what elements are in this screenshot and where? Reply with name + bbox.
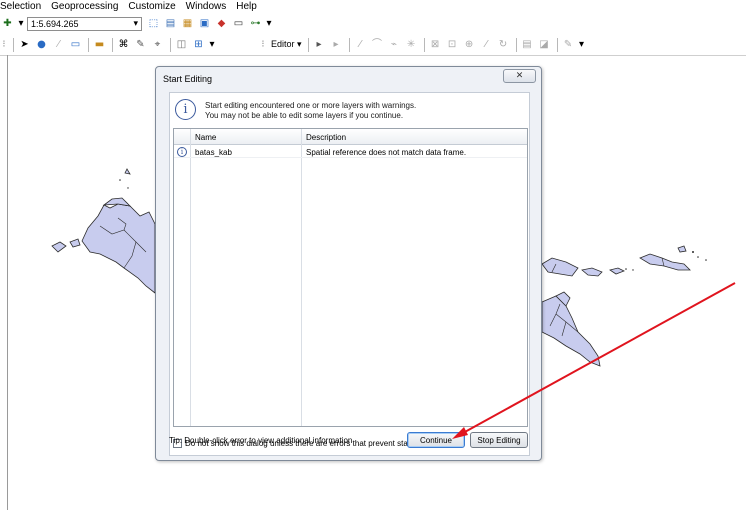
menu-geoprocessing[interactable]: Geoprocessing [51,1,118,12]
toolbar-separator [348,37,350,52]
cut-polygons-icon[interactable]: ⊕ [462,37,477,52]
reshape-feature-icon[interactable]: ⊡ [445,37,460,52]
find-route-icon[interactable]: ✎ [133,37,148,52]
warning-message-line2: You may not be able to edit some layers … [205,111,404,120]
toolbar-options-icon[interactable]: ▾ [265,16,273,31]
info-icon: i [177,147,187,157]
select-elements-icon[interactable]: ➤ [17,37,32,52]
catalog-icon[interactable]: ▦ [180,16,195,31]
column-divider [301,129,302,426]
continue-button[interactable]: Continue [407,432,465,448]
toolbar-grip-icon: ⁝ [261,38,265,50]
close-icon: ✕ [515,71,524,81]
map-polygon [69,238,81,248]
search-window-icon[interactable]: ▣ [197,16,212,31]
start-editing-dialog: Start Editing ✕ i Start editing encounte… [155,66,542,461]
map-polygon [81,203,156,294]
dropdown-arrow-icon[interactable]: ▾ [17,16,25,31]
toolbar-separator [13,37,14,52]
menu-customize[interactable]: Customize [128,1,175,12]
table-row[interactable]: i batas_kab Spatial reference does not m… [174,146,527,158]
end-point-arc-icon[interactable]: ⌒ [370,37,385,52]
attributes-icon[interactable]: ▤ [520,37,535,52]
find-icon[interactable]: ⌘ [116,37,131,52]
map-scale-value: 1:5.694.265 [31,18,79,29]
map-polygon [677,245,687,253]
stop-editing-button[interactable]: Stop Editing [470,432,528,448]
standard-toolbar: ✚ ▾ 1:5.694.265 ▾ ⬚ ▤ ▦ ▣ ◆ ▭ ⊶ ▾ [0,14,746,33]
straight-segment-icon[interactable]: ⁄ [353,37,368,52]
column-header-description[interactable]: Description [302,129,527,145]
toolbar-options-icon[interactable]: ▾ [578,37,586,52]
map-polygon [51,241,67,253]
map-polygon [541,257,579,277]
menu-windows[interactable]: Windows [186,1,227,12]
time-slider-icon[interactable]: ◫ [174,37,189,52]
toolbar-separator [307,37,309,52]
menu-bar: Selection Geoprocessing Customize Window… [0,0,746,13]
row-name: batas_kab [195,147,232,157]
tools-toolbar: ⁝ ➤ ● ⁄ ▭ ▬ ⌘ ✎ ⌖ ◫ ⊞ ▾ ⁝ Editor ▾ ▸ ▸ ⁄… [0,35,746,54]
warnings-table[interactable]: Name Description i batas_kab Spatial ref… [173,128,528,427]
map-polygon [541,295,601,367]
table-of-contents-icon[interactable]: ▤ [163,16,178,31]
dialog-content-panel: i Start editing encountered one or more … [169,92,530,456]
toc-panel-edge [7,55,8,510]
create-viewer-icon[interactable]: ⊞ [191,37,206,52]
split-tool-icon[interactable]: ⁄ [479,37,494,52]
map-polygon [124,168,131,175]
edit-annotation-icon[interactable]: ▸ [329,37,344,52]
rotate-tool-icon[interactable]: ↻ [496,37,511,52]
map-polygon [581,267,603,277]
hyperlink-icon[interactable]: ⁄ [51,37,66,52]
edit-vertices-icon[interactable]: ⊠ [428,37,443,52]
warning-message-line1: Start editing encountered one or more la… [205,101,417,110]
trace-icon[interactable]: ⌁ [387,37,402,52]
toolbar-separator [423,37,425,52]
toolbar-options-icon[interactable]: ▾ [208,37,216,52]
editor-toolbar-icon[interactable]: ⬚ [146,16,161,31]
point-icon[interactable]: ✳ [404,37,419,52]
row-description: Spatial reference does not match data fr… [306,147,467,157]
map-scale-dropdown[interactable]: 1:5.694.265 ▾ [27,16,142,31]
toolbar-grip-icon: ⁝ [2,38,6,50]
tip-text: Tip: Double-click error to view addition… [169,436,353,445]
identify-icon[interactable]: ● [34,37,49,52]
create-features-icon[interactable]: ✎ [561,37,576,52]
column-divider [190,129,191,426]
model-builder-icon[interactable]: ⊶ [248,16,263,31]
table-header: Name Description [174,129,527,145]
dialog-title: Start Editing [163,74,213,84]
toolbar-separator [556,37,558,52]
toolbar-separator [515,37,517,52]
info-icon: i [175,99,196,120]
map-polygon [609,267,625,275]
sketch-properties-icon[interactable]: ◪ [537,37,552,52]
toolbar-separator [88,37,89,52]
close-button[interactable]: ✕ [503,69,536,83]
measure-icon[interactable]: ▬ [92,37,107,52]
map-polygon [639,253,691,271]
edit-tool-icon[interactable]: ▸ [312,37,327,52]
toolbar-separator [112,37,113,52]
arctoolbox-icon[interactable]: ◆ [214,16,229,31]
editor-menu-button[interactable]: Editor ▾ [268,39,305,50]
go-to-xy-icon[interactable]: ⌖ [150,37,165,52]
column-header-name[interactable]: Name [191,129,301,145]
menu-selection[interactable]: Selection [0,1,41,12]
html-popup-icon[interactable]: ▭ [68,37,83,52]
python-window-icon[interactable]: ▭ [231,16,246,31]
menu-help[interactable]: Help [236,1,257,12]
add-data-icon[interactable]: ✚ [0,16,15,31]
chevron-down-icon: ▾ [133,18,138,28]
toolbar-separator [170,37,171,52]
